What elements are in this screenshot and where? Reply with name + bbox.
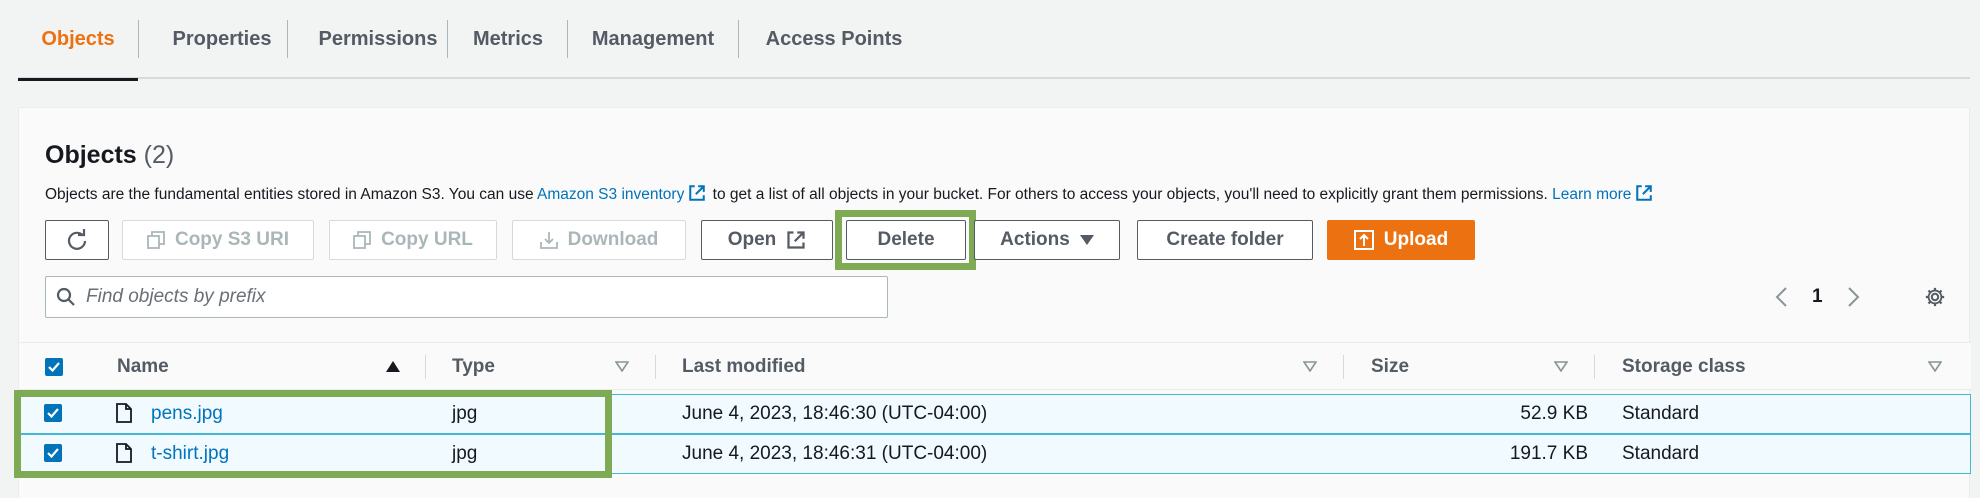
object-type: jpg bbox=[452, 402, 478, 424]
objects-panel: Objects (2) Objects are the fundamental … bbox=[14, 107, 1971, 498]
row-checkbox[interactable] bbox=[44, 444, 62, 462]
tab-management[interactable]: Management bbox=[568, 0, 738, 79]
external-link-icon bbox=[1636, 185, 1653, 201]
column-header-storage-class[interactable]: Storage class bbox=[1622, 343, 1746, 391]
object-last-modified: June 4, 2023, 18:46:31 (UTC-04:00) bbox=[682, 442, 988, 464]
copy-url-label: Copy URL bbox=[381, 229, 473, 250]
tab-access-points[interactable]: Access Points bbox=[739, 0, 929, 79]
open-button[interactable]: Open bbox=[701, 220, 833, 260]
open-label: Open bbox=[727, 229, 777, 250]
object-type: jpg bbox=[452, 442, 478, 464]
column-header-name[interactable]: Name bbox=[117, 343, 169, 391]
refresh-button[interactable] bbox=[45, 220, 109, 260]
column-divider bbox=[425, 355, 426, 379]
refresh-icon bbox=[67, 229, 87, 250]
object-size: 52.9 KB bbox=[1520, 402, 1588, 424]
row-checkbox[interactable] bbox=[44, 404, 62, 422]
create-folder-label: Create folder bbox=[1166, 229, 1284, 250]
search-box[interactable] bbox=[45, 276, 888, 318]
column-header-size[interactable]: Size bbox=[1371, 343, 1409, 391]
copy-s3-uri-label: Copy S3 URI bbox=[174, 229, 290, 250]
panel-title: Objects (2) bbox=[45, 141, 174, 170]
upload-label: Upload bbox=[1383, 229, 1449, 250]
external-link-icon bbox=[787, 231, 805, 249]
download-button[interactable]: Download bbox=[512, 220, 686, 260]
s3-inventory-link[interactable]: Amazon S3 inventory bbox=[537, 186, 684, 203]
object-storage-class: Standard bbox=[1622, 402, 1700, 424]
column-divider bbox=[1343, 355, 1344, 379]
actions-label: Actions bbox=[1000, 229, 1070, 250]
object-last-modified: June 4, 2023, 18:46:30 (UTC-04:00) bbox=[682, 402, 988, 424]
checkmark-icon bbox=[47, 408, 59, 418]
file-icon bbox=[116, 443, 132, 463]
column-header-last-modified[interactable]: Last modified bbox=[682, 343, 806, 391]
delete-label: Delete bbox=[877, 229, 935, 250]
delete-button[interactable]: Delete bbox=[846, 220, 966, 260]
tab-metrics[interactable]: Metrics bbox=[448, 0, 568, 79]
previous-page-icon[interactable] bbox=[1774, 286, 1788, 308]
download-icon bbox=[539, 232, 558, 249]
checkmark-icon bbox=[47, 448, 59, 458]
gear-icon[interactable] bbox=[1924, 286, 1946, 308]
search-icon bbox=[56, 287, 75, 306]
select-all-checkbox[interactable] bbox=[45, 358, 63, 376]
table-row[interactable]: pens.jpg jpg June 4, 2023, 18:46:30 (UTC… bbox=[19, 394, 1971, 434]
table-header: Name Type Last modified Size Storage cla… bbox=[19, 342, 1971, 390]
column-header-type[interactable]: Type bbox=[452, 343, 495, 391]
column-divider bbox=[1594, 355, 1595, 379]
tab-permissions[interactable]: Permissions bbox=[288, 0, 468, 79]
description-prefix: Objects are the fundamental entities sto… bbox=[45, 186, 538, 203]
next-page-icon[interactable] bbox=[1847, 286, 1861, 308]
column-divider bbox=[655, 355, 656, 379]
create-folder-button[interactable]: Create folder bbox=[1137, 220, 1313, 260]
object-name-link[interactable]: pens.jpg bbox=[151, 395, 223, 432]
copy-icon bbox=[147, 231, 165, 249]
copy-icon bbox=[353, 231, 371, 249]
table-row[interactable]: t-shirt.jpg jpg June 4, 2023, 18:46:31 (… bbox=[19, 434, 1971, 474]
object-size: 191.7 KB bbox=[1509, 442, 1588, 464]
checkmark-icon bbox=[48, 362, 60, 372]
actions-dropdown[interactable]: Actions bbox=[974, 220, 1120, 260]
panel-description: Objects are the fundamental entities sto… bbox=[45, 184, 1655, 204]
file-icon bbox=[116, 403, 132, 423]
upload-button[interactable]: Upload bbox=[1327, 220, 1475, 260]
sort-icon[interactable] bbox=[1928, 361, 1942, 372]
object-storage-class: Standard bbox=[1622, 442, 1700, 464]
tab-properties[interactable]: Properties bbox=[139, 0, 305, 79]
learn-more-link[interactable]: Learn more bbox=[1552, 186, 1631, 203]
caret-down-icon bbox=[1079, 235, 1094, 245]
download-label: Download bbox=[567, 229, 659, 250]
tab-bar: Objects Properties Permissions Metrics M… bbox=[18, 0, 1970, 81]
object-count: (2) bbox=[143, 141, 175, 169]
sort-icon[interactable] bbox=[615, 361, 629, 372]
panel-title-text: Objects bbox=[45, 141, 137, 169]
copy-url-button[interactable]: Copy URL bbox=[329, 220, 497, 260]
object-name-link[interactable]: t-shirt.jpg bbox=[151, 435, 229, 472]
search-input[interactable] bbox=[86, 286, 846, 308]
upload-icon bbox=[1353, 230, 1374, 250]
current-page[interactable]: 1 bbox=[1812, 286, 1823, 308]
copy-s3-uri-button[interactable]: Copy S3 URI bbox=[122, 220, 314, 260]
external-link-icon bbox=[689, 185, 706, 201]
sort-icon[interactable] bbox=[1303, 361, 1317, 372]
tab-objects[interactable]: Objects bbox=[18, 0, 138, 81]
sort-icon[interactable] bbox=[1554, 361, 1568, 372]
sort-ascending-icon[interactable] bbox=[386, 361, 400, 372]
pagination: 1 bbox=[1774, 276, 1861, 318]
description-middle: to get a list of all objects in your buc… bbox=[708, 186, 1553, 203]
